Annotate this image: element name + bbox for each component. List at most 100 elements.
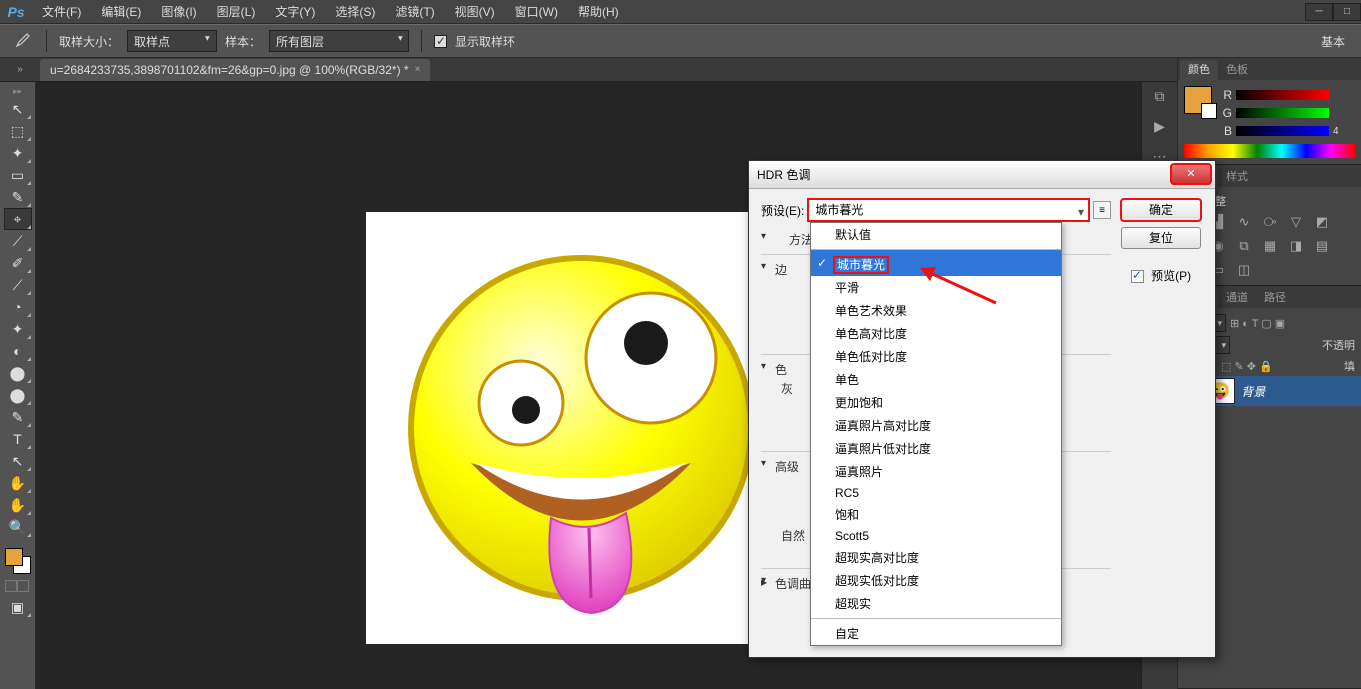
tool-button[interactable]: ✋ <box>4 472 32 494</box>
tool-button[interactable]: ⟋ <box>4 274 32 296</box>
dropdown-item[interactable]: 默认值 <box>811 223 1061 246</box>
options-bar: 取样大小： 取样点 样本： 所有图层 显示取样环 基本 <box>0 24 1361 58</box>
toolbar-grip-icon[interactable]: ▸▸ <box>13 86 22 96</box>
tool-button[interactable]: T <box>4 428 32 450</box>
sample-size-select[interactable]: 取样点 <box>127 30 217 52</box>
preset-select[interactable]: 城市暮光 <box>808 199 1089 221</box>
b-value[interactable]: 4 <box>1333 126 1355 137</box>
lookup-icon[interactable]: ▦ <box>1260 237 1280 255</box>
preset-menu-icon[interactable]: ≡ <box>1093 201 1111 219</box>
menu-item[interactable]: 编辑(E) <box>91 0 151 24</box>
b-label: B <box>1220 124 1232 138</box>
g-label: G <box>1220 106 1232 120</box>
tool-button[interactable]: ⌖ <box>4 208 32 230</box>
dialog-close-button[interactable]: ✕ <box>1171 164 1211 184</box>
menu-item[interactable]: 图层(L) <box>207 0 266 24</box>
document-tab[interactable]: u=2684233735,3898701102&fm=26&gp=0.jpg @… <box>40 59 430 81</box>
menu-item[interactable]: 文字(Y) <box>265 0 325 24</box>
window-minimize-button[interactable]: ─ <box>1305 3 1333 21</box>
document-title: u=2684233735,3898701102&fm=26&gp=0.jpg @… <box>50 59 409 81</box>
dropdown-item[interactable]: 单色低对比度 <box>811 345 1061 368</box>
image-content <box>366 212 796 644</box>
dialog-title: HDR 色调 <box>757 166 810 183</box>
menu-item[interactable]: 图像(I) <box>151 0 206 24</box>
tool-button[interactable]: ✎ <box>4 186 32 208</box>
dropdown-item[interactable]: 超现实 <box>811 592 1061 615</box>
dropdown-item[interactable]: RC5 <box>811 483 1061 503</box>
tool-button[interactable]: ◔ <box>4 296 32 318</box>
menu-bar: Ps 文件(F)编辑(E)图像(I)图层(L)文字(Y)选择(S)滤镜(T)视图… <box>0 0 1361 24</box>
dropdown-item[interactable]: 饱和 <box>811 503 1061 526</box>
preview-checkbox[interactable] <box>1131 270 1144 283</box>
r-slider[interactable] <box>1236 90 1329 100</box>
history-panel-icon[interactable]: ⧉ <box>1148 86 1172 106</box>
tab-color[interactable]: 颜色 <box>1180 60 1218 80</box>
tab-channels[interactable]: 通道 <box>1218 288 1256 308</box>
tool-button[interactable]: ✋ <box>4 494 32 516</box>
tab-styles[interactable]: 样式 <box>1218 167 1256 187</box>
preset-label: 预设(E): <box>761 202 804 219</box>
show-ring-label: 显示取样环 <box>455 33 515 50</box>
reset-button[interactable]: 复位 <box>1121 227 1201 249</box>
tool-button[interactable]: ↖ <box>4 450 32 472</box>
menu-item[interactable]: 文件(F) <box>32 0 91 24</box>
screen-mode-button[interactable]: ▣ <box>4 596 32 618</box>
tool-button[interactable]: 🔍 <box>4 516 32 538</box>
dropdown-item[interactable]: Scott5 <box>811 526 1061 546</box>
spectrum-bar[interactable] <box>1184 144 1355 158</box>
channel-mixer-icon[interactable]: ⧉ <box>1234 237 1254 255</box>
tool-button[interactable]: ⬚ <box>4 120 32 142</box>
dropdown-item[interactable]: 逼真照片高对比度 <box>811 414 1061 437</box>
tool-button[interactable]: ✐ <box>4 252 32 274</box>
tools-panel: ▸▸ ↖⬚✦▭✎⌖⟋✐⟋◔✦◐⬤⬤✎T↖✋✋🔍 ▣ <box>0 82 36 689</box>
quickmask-toggle[interactable] <box>5 580 31 594</box>
window-restore-button[interactable]: □ <box>1333 3 1361 21</box>
dropdown-item[interactable]: 单色高对比度 <box>811 322 1061 345</box>
tab-swatches[interactable]: 色板 <box>1218 60 1256 80</box>
dropdown-item[interactable]: 逼真照片低对比度 <box>811 437 1061 460</box>
dropdown-item[interactable]: 自定 <box>811 618 1061 645</box>
curves-icon[interactable]: ∿ <box>1234 213 1254 231</box>
tool-button[interactable]: ↖ <box>4 98 32 120</box>
b-slider[interactable] <box>1236 126 1329 136</box>
menu-item[interactable]: 滤镜(T) <box>385 0 444 24</box>
close-tab-icon[interactable]: × <box>415 59 421 81</box>
tool-button[interactable]: ▭ <box>4 164 32 186</box>
menu-item[interactable]: 视图(V) <box>445 0 505 24</box>
foreground-background-swatch[interactable] <box>3 546 33 576</box>
tool-button[interactable]: ⬤ <box>4 384 32 406</box>
dropdown-item[interactable]: 逼真照片 <box>811 460 1061 483</box>
vibrance-icon[interactable]: ▽ <box>1286 213 1306 231</box>
tool-button[interactable]: ✦ <box>4 142 32 164</box>
tool-button[interactable]: ◐ <box>4 340 32 362</box>
menu-item[interactable]: 帮助(H) <box>568 0 629 24</box>
selective-color-icon[interactable]: ◫ <box>1234 261 1254 279</box>
exposure-icon[interactable]: ⧂ <box>1260 213 1280 231</box>
menu-item[interactable]: 选择(S) <box>325 0 385 24</box>
dropdown-item[interactable]: 单色 <box>811 368 1061 391</box>
color-swatch[interactable] <box>1184 86 1212 114</box>
hue-icon[interactable]: ◩ <box>1312 213 1332 231</box>
tool-button[interactable]: ⟋ <box>4 230 32 252</box>
layer-name[interactable]: 背景 <box>1241 383 1265 400</box>
tool-button[interactable]: ⬤ <box>4 362 32 384</box>
dialog-titlebar[interactable]: HDR 色调 ✕ <box>749 161 1215 189</box>
tab-paths[interactable]: 路径 <box>1256 288 1294 308</box>
posterize-icon[interactable]: ▤ <box>1312 237 1332 255</box>
ok-button[interactable]: 确定 <box>1121 199 1201 221</box>
show-ring-checkbox[interactable] <box>434 35 447 48</box>
sample-layers-select[interactable]: 所有图层 <box>269 30 409 52</box>
tool-button[interactable]: ✎ <box>4 406 32 428</box>
menu-item[interactable]: 窗口(W) <box>505 0 568 24</box>
dropdown-item[interactable]: 超现实低对比度 <box>811 569 1061 592</box>
sample-label: 样本： <box>225 33 261 50</box>
tab-overflow-icon[interactable]: » <box>6 64 34 75</box>
workspace-label[interactable]: 基本 <box>1315 33 1351 50</box>
dropdown-item[interactable]: 更加饱和 <box>811 391 1061 414</box>
tool-button[interactable]: ✦ <box>4 318 32 340</box>
r-label: R <box>1220 88 1232 102</box>
invert-icon[interactable]: ◨ <box>1286 237 1306 255</box>
actions-panel-icon[interactable]: ▶ <box>1148 116 1172 136</box>
g-slider[interactable] <box>1236 108 1329 118</box>
dropdown-item[interactable]: 超现实高对比度 <box>811 546 1061 569</box>
